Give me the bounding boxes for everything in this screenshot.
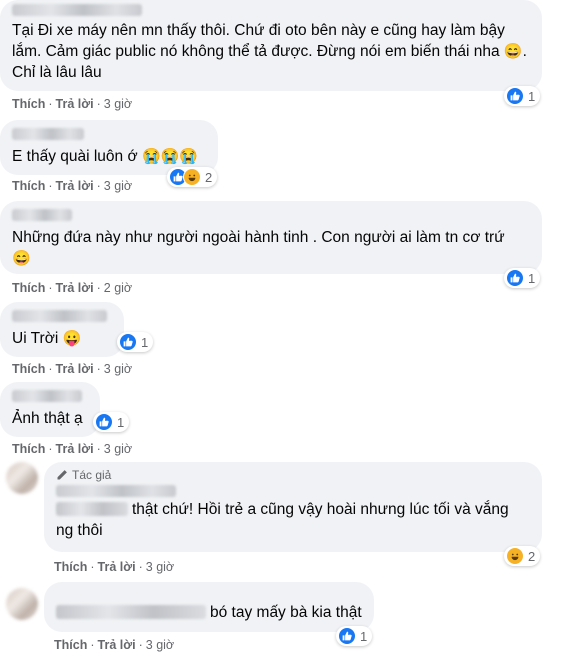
replier-name-blurred[interactable] [56, 605, 206, 619]
thumbs-up-icon [95, 413, 113, 431]
reaction-summary-6[interactable]: 2 [504, 546, 541, 566]
timestamp[interactable]: 3 giờ [104, 179, 132, 193]
reply-link[interactable]: Trả lời [98, 560, 136, 574]
reply-bubble-1: Tác giả thật chứ! Hồi trẻ a cũng vậy hoà… [44, 462, 542, 552]
reply-actions-2: Thích · Trả lời · 3 giờ [54, 638, 175, 652]
thumbs-up-icon [119, 333, 137, 351]
like-link[interactable]: Thích [12, 179, 45, 193]
thumbs-up-icon [506, 87, 524, 105]
timestamp[interactable]: 3 giờ [104, 97, 132, 111]
commenter-name-blurred[interactable] [12, 128, 84, 140]
commenter-name-blurred[interactable] [12, 390, 82, 402]
reply-actions-1: Thích · Trả lời · 3 giờ [54, 560, 175, 574]
reaction-summary-7[interactable]: 1 [336, 626, 373, 646]
reply-link[interactable]: Trả lời [56, 362, 94, 376]
comment-bubble-1: Tại Đi xe máy nên mn thấy thôi. Chứ đi o… [0, 0, 542, 91]
comment-text: Những đứa này như người ngoài hành tinh … [12, 229, 505, 267]
like-link[interactable]: Thích [12, 442, 45, 456]
like-link[interactable]: Thích [54, 560, 87, 574]
commenter-name-blurred[interactable] [12, 310, 107, 322]
comment-actions-5: Thích · Trả lời · 3 giờ [12, 442, 133, 456]
comment-actions-4: Thích · Trả lời · 3 giờ [12, 362, 133, 376]
mention-blurred[interactable] [56, 502, 128, 516]
commenter-name-blurred[interactable] [12, 4, 142, 16]
comment-bubble-4: Ui Trời 😛 [0, 302, 124, 357]
comment-text: Tại Đi xe máy nên mn thấy thôi. Chứ đi o… [12, 22, 527, 81]
avatar[interactable] [6, 588, 38, 620]
crying-emoji-icon: 😭😭😭 [141, 148, 198, 165]
reply-link[interactable]: Trả lời [56, 179, 94, 193]
comment-text: Ui Trời 😛 [12, 330, 82, 347]
comment-bubble-5: Ảnh thật ạ [0, 382, 100, 437]
thumbs-up-icon [338, 627, 356, 645]
comment-actions-2: Thích · Trả lời · 3 giờ [12, 179, 133, 193]
reply-link[interactable]: Trả lời [56, 97, 94, 111]
timestamp[interactable]: 3 giờ [104, 362, 132, 376]
pencil-icon [57, 470, 67, 480]
comment-text: Ảnh thật ạ [12, 410, 83, 427]
timestamp[interactable]: 2 giờ [104, 281, 132, 295]
comment-text: E thấy quài luôn ớ 😭😭😭 [12, 148, 198, 165]
reaction-summary-4[interactable]: 1 [117, 332, 154, 352]
timestamp[interactable]: 3 giờ [104, 442, 132, 456]
avatar[interactable] [6, 462, 38, 494]
like-link[interactable]: Thích [12, 362, 45, 376]
reaction-summary-2[interactable]: 2 [167, 167, 218, 187]
timestamp[interactable]: 3 giờ [146, 560, 174, 574]
haha-icon [506, 547, 524, 565]
tongue-emoji-icon: 😛 [62, 330, 82, 347]
comment-actions-1: Thích · Trả lời · 3 giờ [12, 97, 133, 111]
like-link[interactable]: Thích [54, 638, 87, 652]
thumbs-up-icon [506, 269, 524, 287]
reply-link[interactable]: Trả lời [98, 638, 136, 652]
haha-icon [183, 168, 201, 186]
commenter-name-blurred[interactable] [12, 209, 72, 221]
reply-text: thật chứ! Hồi trẻ a cũng vậy hoài nhưng … [56, 501, 509, 539]
reply-link[interactable]: Trả lời [56, 281, 94, 295]
author-badge: Tác giả [56, 468, 530, 482]
replier-name-blurred[interactable] [56, 485, 176, 497]
reaction-summary-5[interactable]: 1 [93, 412, 130, 432]
grin-emoji-icon: 😄 [503, 43, 523, 60]
grin-emoji-icon: 😄 [12, 250, 31, 267]
reply-link[interactable]: Trả lời [56, 442, 94, 456]
like-link[interactable]: Thích [12, 281, 45, 295]
reaction-summary-3[interactable]: 1 [504, 268, 541, 288]
like-link[interactable]: Thích [12, 97, 45, 111]
timestamp[interactable]: 3 giờ [146, 638, 174, 652]
comment-actions-3: Thích · Trả lời · 2 giờ [12, 281, 133, 295]
comment-bubble-3: Những đứa này như người ngoài hành tinh … [0, 201, 542, 274]
reaction-summary-1[interactable]: 1 [504, 86, 541, 106]
reply-bubble-2: bó tay mấy bà kia thật [44, 582, 374, 632]
reply-text: bó tay mấy bà kia thật [56, 602, 362, 623]
